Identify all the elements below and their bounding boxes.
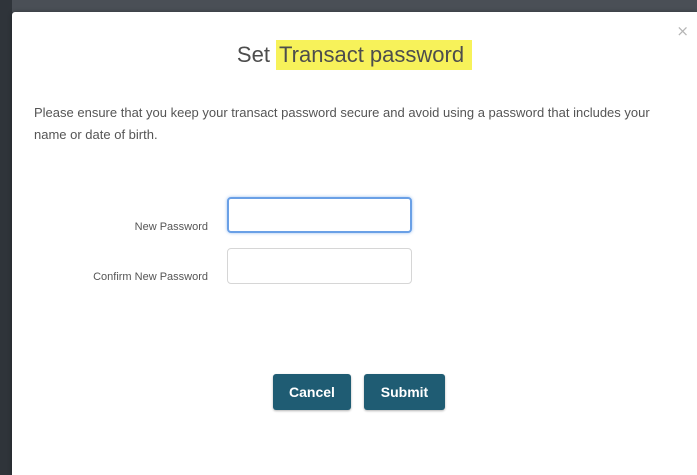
set-transact-password-dialog: × Set Transact password Please ensure th… bbox=[12, 12, 697, 475]
dialog-title-prefix: Set bbox=[236, 42, 277, 67]
dialog-title-highlight: Transact password bbox=[276, 40, 473, 70]
new-password-input[interactable] bbox=[227, 197, 412, 233]
confirm-password-label: Confirm New Password bbox=[93, 271, 208, 283]
dialog-description: Please ensure that you keep your transac… bbox=[34, 105, 650, 142]
page-backdrop-top bbox=[0, 0, 697, 12]
close-icon[interactable]: × bbox=[676, 24, 689, 39]
confirm-password-input[interactable] bbox=[227, 248, 412, 284]
dialog-title: Set Transact password bbox=[12, 40, 697, 70]
page-backdrop-left bbox=[0, 0, 12, 475]
new-password-label: New Password bbox=[134, 221, 208, 233]
cancel-button[interactable]: Cancel bbox=[273, 374, 351, 410]
submit-button[interactable]: Submit bbox=[364, 374, 445, 410]
